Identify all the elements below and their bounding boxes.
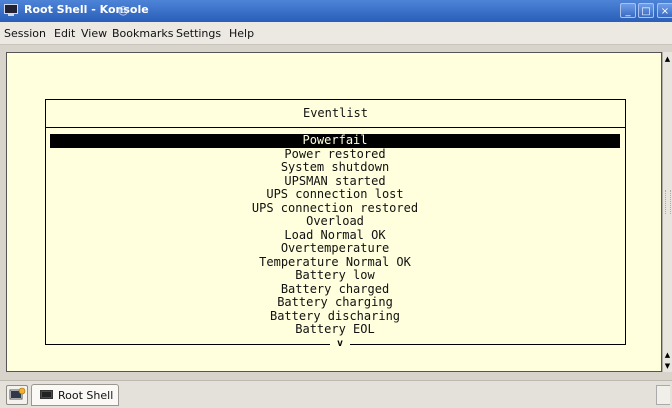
event-list: Powerfail Power restored System shutdown… [50,133,620,337]
new-session-icon [9,387,26,400]
list-item[interactable]: Battery charging [50,295,620,310]
menu-edit[interactable]: Edit [54,27,75,40]
scroll-up-arrow-icon[interactable]: ▲ [663,350,672,360]
sticky-pin-icon[interactable]: ◎ [118,3,128,17]
list-item[interactable]: Overload [50,214,620,229]
window-title: Root Shell - Konsole [24,3,149,16]
menu-bar: Session Edit View Bookmarks Settings Hel… [0,22,672,45]
menu-settings[interactable]: Settings [176,27,221,40]
list-item[interactable]: Powerfail [50,133,620,148]
close-button[interactable]: × [657,3,672,18]
list-item[interactable]: Battery discharing [50,309,620,324]
dialog-title: Eventlist [302,106,369,120]
scrollbar-grip[interactable] [665,190,671,214]
list-item[interactable]: Battery charged [50,282,620,297]
terminal-scrollbar[interactable]: ▲ ▲ ▼ [662,52,672,372]
list-item[interactable]: UPS connection lost [50,187,620,202]
close-session-button[interactable] [656,385,670,405]
list-item[interactable]: Power restored [50,147,620,162]
menu-help[interactable]: Help [229,27,254,40]
list-item[interactable]: UPSMAN started [50,174,620,189]
session-tabbar: Root Shell [0,380,672,408]
scroll-up-arrow-icon[interactable]: ▲ [663,54,672,64]
list-item[interactable]: Temperature Normal OK [50,255,620,270]
list-item[interactable]: Load Normal OK [50,228,620,243]
terminal-icon [4,4,18,16]
list-item[interactable]: Battery low [50,268,620,283]
terminal-icon [40,390,53,399]
list-item[interactable]: Battery EOL [50,322,620,337]
session-tab-root-shell[interactable]: Root Shell [31,384,119,406]
dialog-divider [46,127,625,128]
menu-bookmarks[interactable]: Bookmarks [112,27,173,40]
minimize-button[interactable]: _ [620,3,636,18]
tab-label: Root Shell [58,389,114,402]
list-item[interactable]: UPS connection restored [50,201,620,216]
maximize-button[interactable]: □ [638,3,654,18]
menu-view[interactable]: View [81,27,107,40]
new-session-button[interactable] [6,385,28,405]
menu-session[interactable]: Session [4,27,46,40]
more-items-indicator: v [330,337,350,351]
list-item[interactable]: Overtemperature [50,241,620,256]
list-item[interactable]: System shutdown [50,160,620,175]
window-titlebar[interactable]: Root Shell - Konsole ◎ _ □ × [0,0,672,22]
scroll-down-arrow-icon[interactable]: ▼ [663,361,672,371]
eventlist-dialog: Eventlist Powerfail Power restored Syste… [45,99,626,345]
